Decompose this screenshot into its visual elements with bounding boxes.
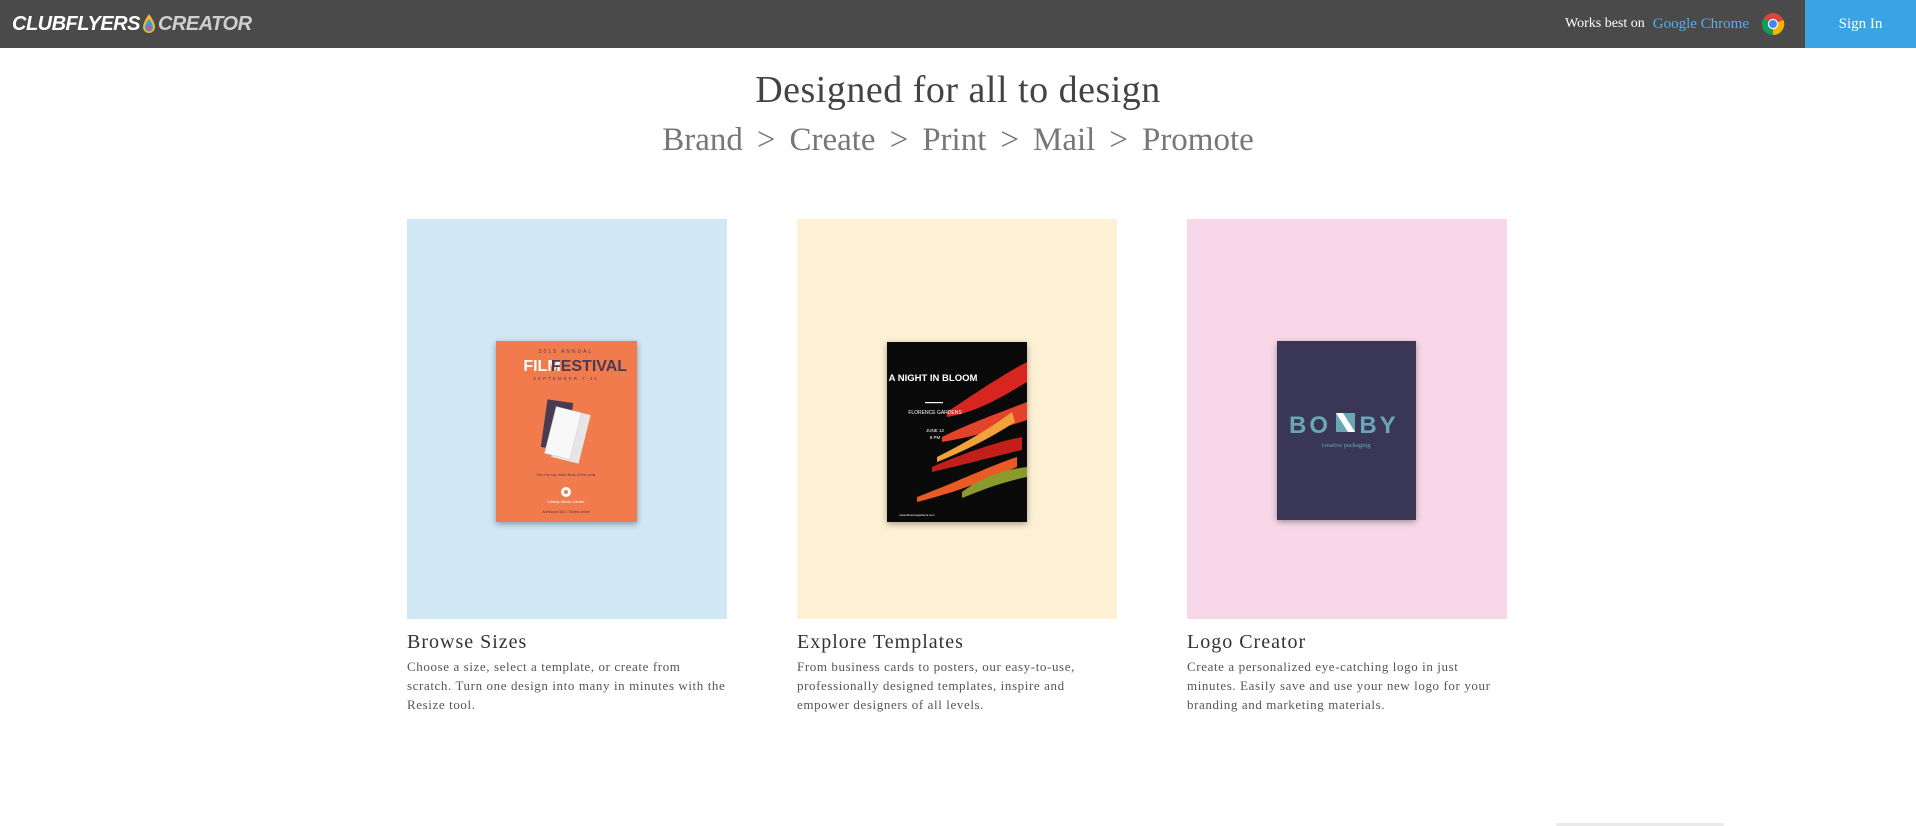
- flyer-headline: A NIGHT IN BLOOM: [889, 373, 978, 384]
- card-description: Create a personalized eye-catching logo …: [1187, 659, 1491, 712]
- film-festival-flyer-thumbnail: 2019 ANNUAL FILM FESTIVAL SEPTEMBER 7-11…: [496, 341, 637, 522]
- flyer-date: JUNE 12: [926, 428, 945, 433]
- color-drop-icon: [142, 14, 155, 33]
- step-separator: >: [756, 122, 776, 158]
- step-promote: Promote: [1141, 122, 1254, 158]
- logo-brand-right: BY: [1359, 412, 1398, 439]
- works-best-label: Works best on: [1565, 16, 1645, 31]
- flyer-tagline: See the top indie films of the year: [536, 472, 596, 477]
- flyer-time: 8 PM: [930, 435, 941, 440]
- chrome-icon: [1762, 13, 1785, 36]
- bonby-logo-thumbnail: BO BY creative packaging: [1277, 341, 1416, 520]
- card-title[interactable]: Logo Creator: [1187, 631, 1507, 654]
- card-title[interactable]: Explore Templates: [797, 631, 1117, 654]
- logo-creator-card[interactable]: BO BY creative packaging Logo Creator Cr…: [1187, 219, 1507, 714]
- logo-tagline: creative packaging: [1322, 442, 1372, 449]
- step-brand: Brand: [662, 122, 743, 158]
- flyer-date: SEPTEMBER 7-11: [533, 376, 599, 381]
- hero-section: Designed for all to design Brand > Creat…: [0, 68, 1916, 159]
- browse-sizes-card[interactable]: 2019 ANNUAL FILM FESTIVAL SEPTEMBER 7-11…: [407, 219, 727, 714]
- card-description: From business cards to posters, our easy…: [797, 659, 1075, 712]
- logo-secondary-text: CREATOR: [157, 12, 252, 35]
- browse-sizes-preview[interactable]: 2019 ANNUAL FILM FESTIVAL SEPTEMBER 7-11…: [407, 219, 727, 619]
- clubflyers-creator-logo[interactable]: CLUBFLYERS CREATOR: [12, 10, 252, 38]
- logo-mark-icon: [1336, 413, 1355, 432]
- flyer-url: www.florencegardens.com: [899, 513, 935, 517]
- flyer-venue: FLORENCE GARDENS: [908, 410, 962, 416]
- card-description: Choose a size, select a template, or cre…: [407, 659, 726, 712]
- sign-in-button[interactable]: Sign In: [1805, 0, 1916, 48]
- flyer-venue: Liberty Movie Center: [548, 499, 586, 504]
- google-chrome-link[interactable]: Google Chrome: [1653, 16, 1749, 33]
- flyer-kicker: 2019 ANNUAL: [539, 349, 594, 355]
- explore-templates-card[interactable]: A NIGHT IN BLOOM FLORENCE GARDENS JUNE 1…: [797, 219, 1117, 714]
- step-mail: Mail: [1033, 122, 1096, 158]
- browser-recommendation: Works best on Google Chrome: [1565, 12, 1785, 36]
- logo-brand-left: BO: [1289, 412, 1331, 439]
- page-title: Designed for all to design: [755, 69, 1161, 111]
- step-separator: >: [1000, 122, 1020, 158]
- night-in-bloom-flyer-thumbnail: A NIGHT IN BLOOM FLORENCE GARDENS JUNE 1…: [887, 342, 1027, 522]
- flyer-fine-print: Admission $10 • Tickets online: [542, 510, 589, 514]
- step-separator: >: [889, 122, 909, 158]
- step-create: Create: [789, 122, 876, 158]
- top-navigation-bar: CLUBFLYERS CREATOR Works best on Google …: [0, 0, 1916, 48]
- step-print: Print: [922, 122, 987, 158]
- feature-cards: 2019 ANNUAL FILM FESTIVAL SEPTEMBER 7-11…: [407, 219, 1508, 739]
- process-steps: Brand > Create > Print > Mail > Promote: [0, 122, 1916, 159]
- card-title[interactable]: Browse Sizes: [407, 631, 727, 654]
- logo-primary-text: CLUBFLYERS: [12, 12, 140, 35]
- step-separator: >: [1109, 122, 1128, 158]
- logo-creator-preview[interactable]: BO BY creative packaging: [1187, 219, 1507, 619]
- explore-templates-preview[interactable]: A NIGHT IN BLOOM FLORENCE GARDENS JUNE 1…: [797, 219, 1117, 619]
- flyer-headline-b: FESTIVAL: [551, 358, 627, 375]
